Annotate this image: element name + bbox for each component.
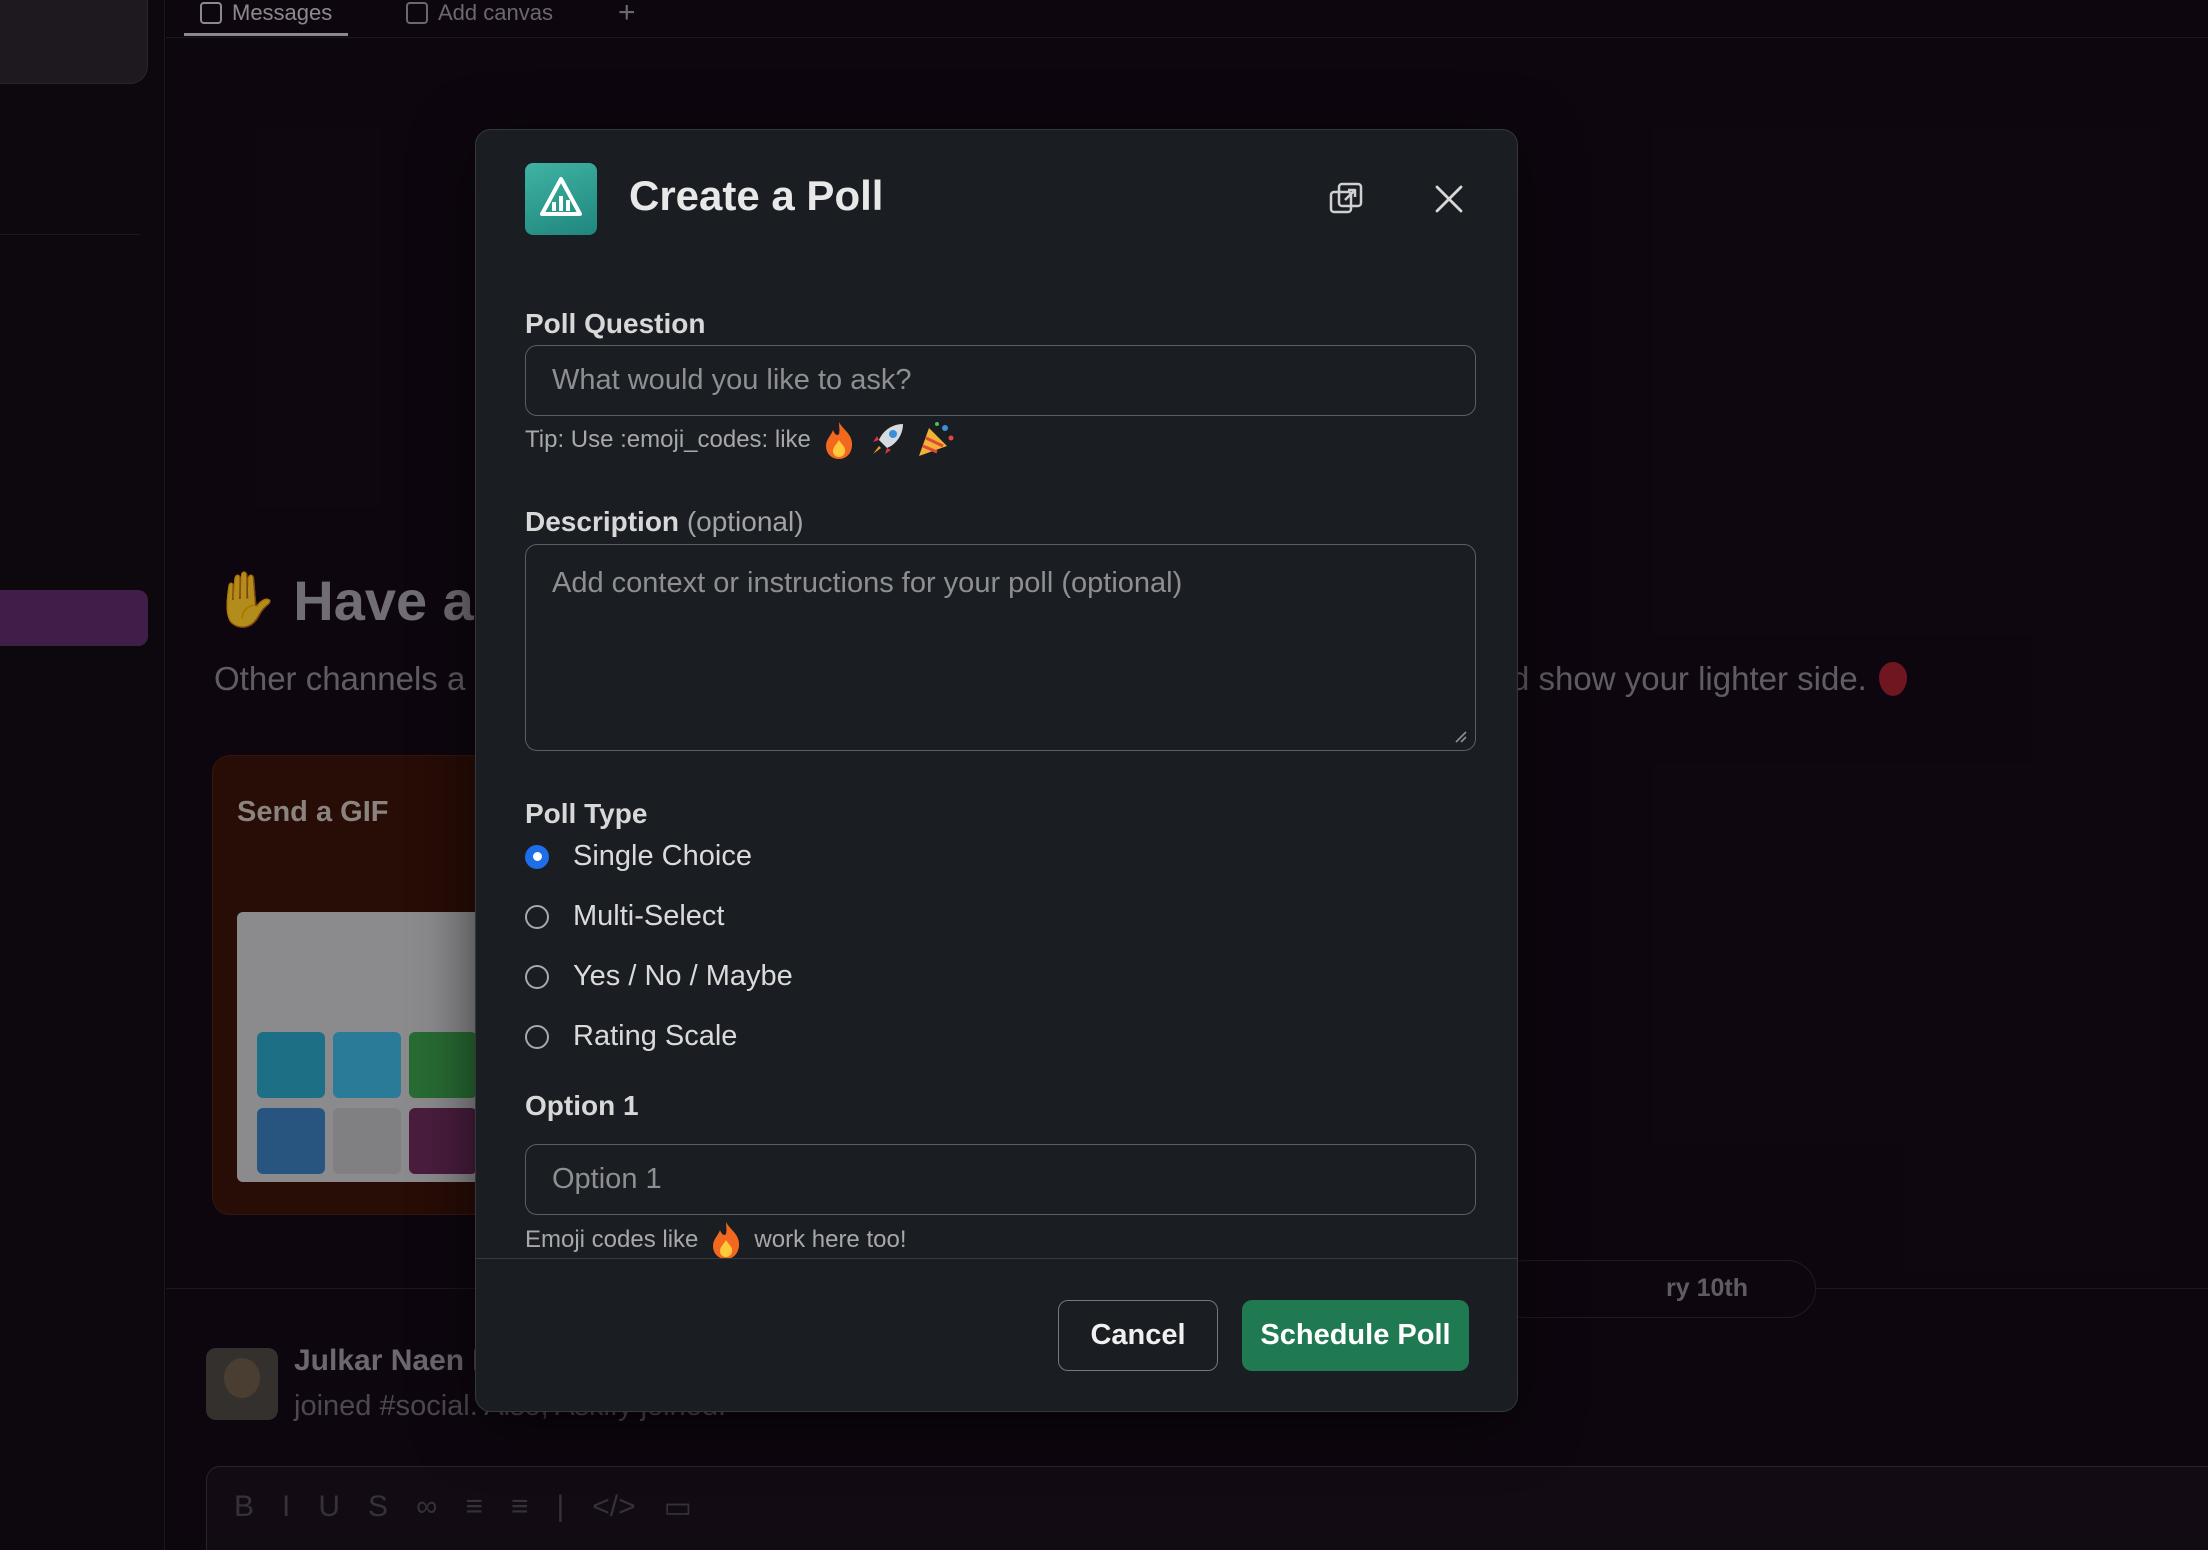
schedule-poll-button[interactable]: Schedule Poll [1242, 1300, 1469, 1371]
option-1-hint-before: Emoji codes like [525, 1226, 699, 1253]
option-1-label: Option 1 [525, 1090, 639, 1121]
poll-question-input[interactable] [525, 345, 1476, 416]
radio-label: Single Choice [573, 840, 752, 872]
app-icon [525, 163, 597, 235]
description-textarea[interactable] [525, 544, 1476, 751]
description-optional-text: (optional) [686, 506, 804, 537]
modal-footer-divider [476, 1258, 1517, 1259]
radio-label: Yes / No / Maybe [573, 960, 793, 992]
rocket-emoji-icon [867, 420, 907, 460]
radio-label: Rating Scale [573, 1020, 738, 1052]
poll-type-option-multi-select[interactable]: Multi-Select [525, 900, 725, 933]
radio-button[interactable] [525, 844, 549, 869]
fire-emoji-icon [819, 420, 859, 460]
create-poll-modal: Create a Poll Poll Question Tip: Use :em… [475, 129, 1518, 1412]
radio-label: Multi-Select [573, 900, 725, 932]
radio-button[interactable] [525, 964, 549, 989]
popout-button[interactable] [1321, 174, 1371, 224]
close-button[interactable] [1424, 174, 1474, 224]
radio-button[interactable] [525, 1024, 549, 1049]
description-label: Description (optional) [525, 506, 804, 538]
option-1-input[interactable] [525, 1144, 1476, 1215]
close-icon [1435, 185, 1463, 213]
option-1-hint: Emoji codes like work here too! [525, 1220, 906, 1260]
poll-question-hint-text: Tip: Use :emoji_codes: like [525, 426, 811, 453]
description-label-text: Description [525, 506, 680, 537]
resize-grip-icon[interactable] [1452, 728, 1468, 744]
party-popper-emoji-icon [915, 420, 955, 460]
fire-emoji-icon [706, 1220, 746, 1260]
radio-button[interactable] [525, 904, 549, 929]
poll-question-label: Poll Question [525, 308, 706, 339]
poll-type-label: Poll Type [525, 798, 648, 829]
poll-question-hint: Tip: Use :emoji_codes: like [525, 420, 955, 460]
popout-icon [1329, 182, 1363, 214]
poll-type-option-rating-scale[interactable]: Rating Scale [525, 1020, 737, 1053]
modal-title: Create a Poll [629, 172, 884, 219]
poll-type-option-single-choice[interactable]: Single Choice [525, 840, 752, 873]
poll-type-option-yes-no-maybe[interactable]: Yes / No / Maybe [525, 960, 793, 993]
cancel-button[interactable]: Cancel [1058, 1300, 1218, 1371]
option-1-hint-after: work here too! [754, 1226, 907, 1253]
